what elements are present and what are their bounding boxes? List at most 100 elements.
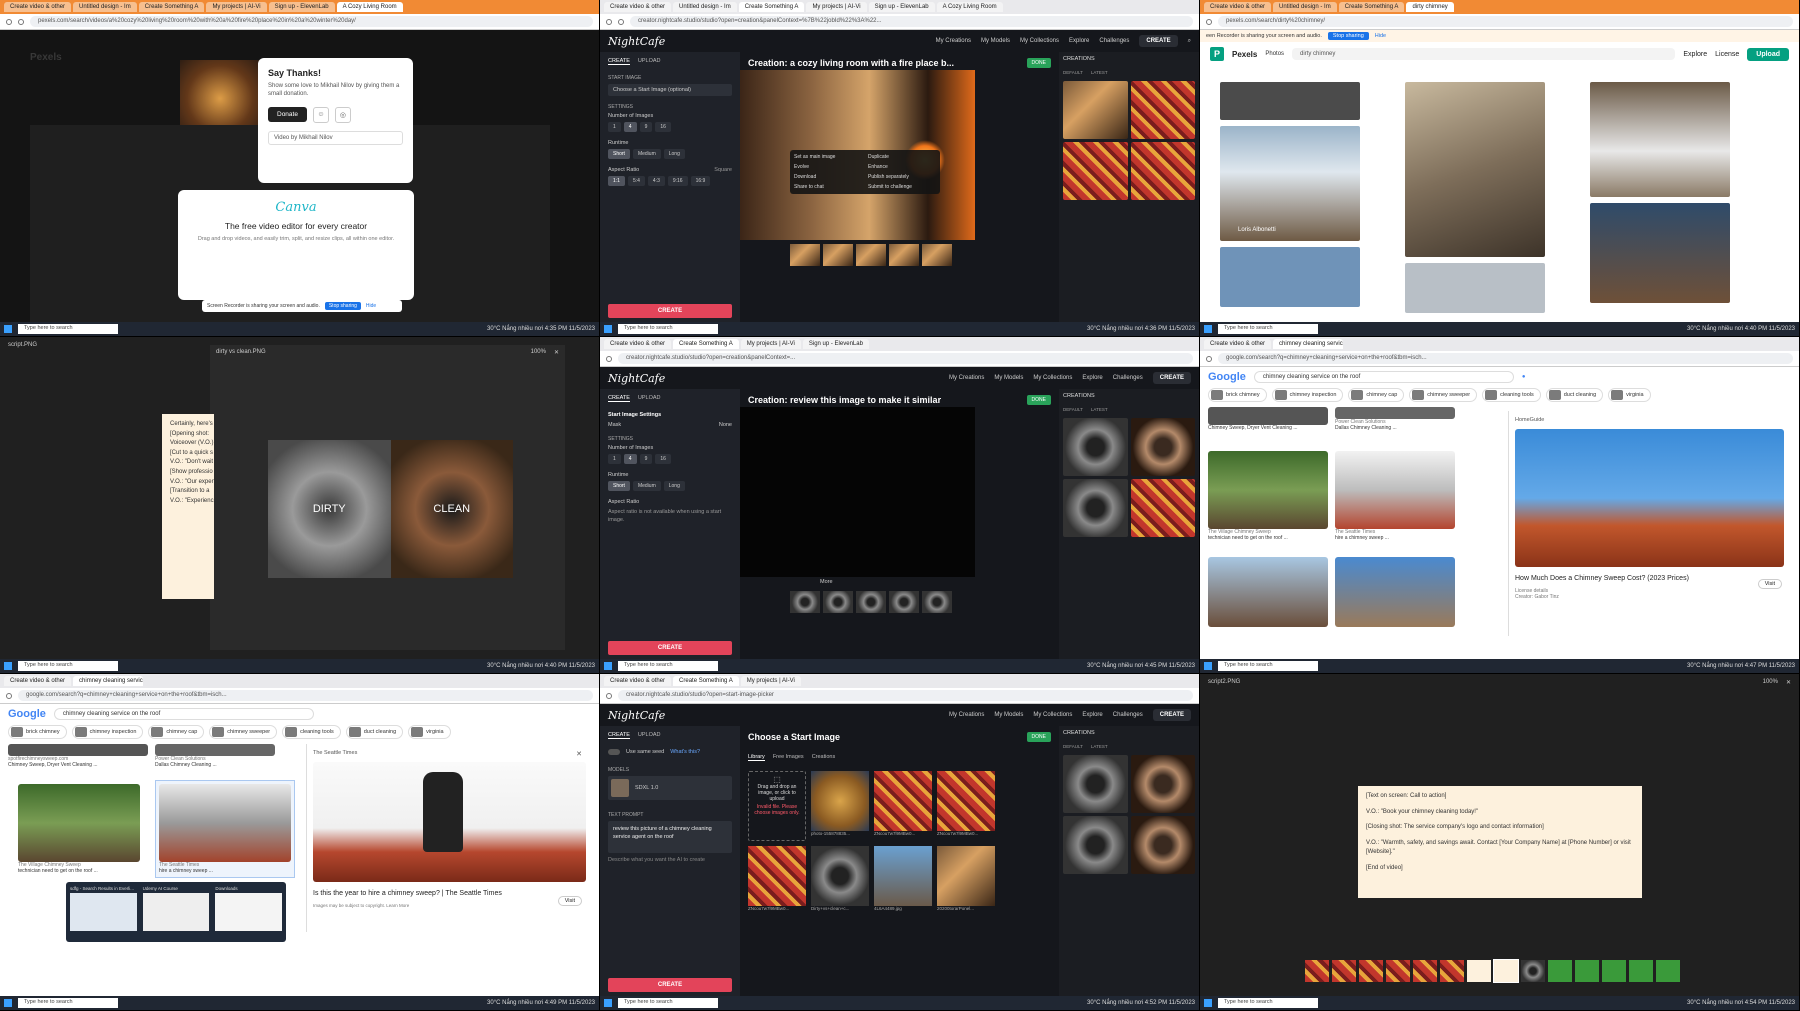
- tab[interactable]: Create Something A: [1338, 2, 1405, 12]
- filmstrip-thumb[interactable]: [1440, 960, 1464, 982]
- creation-thumb[interactable]: [1063, 142, 1128, 200]
- chip[interactable]: cleaning tools: [1482, 388, 1541, 402]
- copyright-note[interactable]: Images may be subject to copyright. Lear…: [313, 903, 586, 908]
- tab[interactable]: My projects | AI-Vi: [806, 2, 867, 12]
- menu-download[interactable]: Download: [794, 174, 862, 180]
- preview-image[interactable]: [313, 762, 586, 882]
- url-field[interactable]: creator.nightcafe.studio/studio?open=sta…: [618, 690, 1193, 701]
- nav-explore[interactable]: Explore: [1082, 375, 1102, 381]
- variation-thumb[interactable]: [856, 244, 886, 266]
- image-result-selected[interactable]: The Seattle Times hire a chimney sweep .…: [155, 780, 295, 878]
- preview-title[interactable]: How Much Does a Chimney Sweep Cost? (202…: [1515, 575, 1784, 582]
- tab[interactable]: My projects | AI-Vi: [740, 676, 801, 686]
- windows-icon[interactable]: [604, 662, 612, 670]
- menu-evolve[interactable]: Evolve: [794, 164, 862, 170]
- nightcafe-logo[interactable]: NightCafe: [608, 35, 665, 48]
- back-icon[interactable]: [1206, 18, 1212, 25]
- sort-latest[interactable]: LATEST: [1091, 70, 1108, 75]
- comparison-image[interactable]: DIRTY CLEAN: [268, 440, 513, 578]
- header-create-button[interactable]: CREATE: [1152, 372, 1191, 384]
- runtime-short[interactable]: Short: [608, 149, 630, 159]
- chip[interactable]: duct cleaning: [1545, 388, 1604, 402]
- chip[interactable]: chimney sweeper: [209, 725, 278, 739]
- taskbar-search[interactable]: Type here to search: [618, 324, 718, 334]
- image-result[interactable]: [1335, 557, 1455, 627]
- library-image[interactable]: Dirty+vs+clean+c...: [811, 846, 869, 911]
- prompt-textarea[interactable]: review this picture of a chimney cleanin…: [608, 821, 732, 853]
- filmstrip-thumb[interactable]: [1521, 960, 1545, 982]
- taskbar-search[interactable]: Type here to search: [1218, 998, 1318, 1008]
- creation-thumb[interactable]: [1063, 816, 1128, 874]
- tab-upload[interactable]: UPLOAD: [638, 58, 661, 65]
- filmstrip-thumb[interactable]: [1413, 960, 1437, 982]
- creation-thumb[interactable]: [1130, 418, 1195, 476]
- more-button[interactable]: More: [820, 579, 833, 585]
- nav-explore[interactable]: Explore: [1082, 712, 1102, 718]
- chip[interactable]: cleaning tools: [282, 725, 341, 739]
- menu-duplicate[interactable]: Duplicate: [868, 154, 936, 160]
- sort-latest[interactable]: LATEST: [1091, 407, 1108, 412]
- nightcafe-logo[interactable]: NightCafe: [608, 709, 665, 722]
- photo-result[interactable]: [1405, 263, 1545, 313]
- creation-thumb[interactable]: [1130, 816, 1195, 874]
- windows-icon[interactable]: [1204, 662, 1212, 670]
- filmstrip-thumb[interactable]: [1602, 960, 1626, 982]
- taskbar-search[interactable]: Type here to search: [18, 998, 118, 1008]
- library-image[interactable]: photo-155878835...: [811, 771, 869, 841]
- runtime-long[interactable]: Long: [663, 481, 685, 491]
- tab-active[interactable]: Create Something A: [673, 339, 739, 349]
- instagram-icon[interactable]: ◎: [334, 106, 351, 123]
- nightcafe-logo[interactable]: NightCafe: [608, 372, 665, 385]
- filmstrip-thumb[interactable]: [1548, 960, 1572, 982]
- nav-my-collections[interactable]: My Collections: [1033, 375, 1072, 381]
- close-icon[interactable]: ✕: [1786, 679, 1791, 686]
- tab[interactable]: Sign up - ElevenLab: [802, 339, 869, 349]
- upload-dropzone[interactable]: ⬚ Drag and drop an image, or click to up…: [748, 771, 806, 841]
- sort-default[interactable]: DEFAULT: [1063, 70, 1083, 75]
- windows-icon[interactable]: [4, 999, 12, 1007]
- image-result[interactable]: The Village Chimney Sweep technician nee…: [1208, 451, 1328, 541]
- library-image[interactable]: ZNcou7w7l9MBw0...: [874, 771, 932, 841]
- tab[interactable]: Create video & other: [4, 2, 72, 12]
- variation-thumb[interactable]: [823, 591, 853, 613]
- creation-thumb[interactable]: [1130, 81, 1195, 139]
- photographer-name[interactable]: Loris Albonetti: [1238, 227, 1276, 233]
- runtime-medium[interactable]: Medium: [632, 149, 661, 159]
- tab[interactable]: A Cozy Living Room: [936, 2, 1003, 12]
- filmstrip-thumb[interactable]: [1629, 960, 1653, 982]
- windows-icon[interactable]: [1204, 999, 1212, 1007]
- tab[interactable]: Untitled design - Im: [73, 2, 137, 12]
- tab[interactable]: Sign up - ElevenLab: [268, 2, 335, 12]
- num-option[interactable]: 9: [639, 454, 653, 464]
- back-icon[interactable]: [6, 692, 12, 699]
- tab[interactable]: Create video & other: [1204, 339, 1272, 349]
- num-option[interactable]: 1: [608, 122, 621, 132]
- hide-button[interactable]: Hide: [366, 303, 376, 309]
- chip[interactable]: chimney cap: [1348, 388, 1405, 402]
- done-badge[interactable]: DONE: [1026, 395, 1051, 405]
- nav-my-collections[interactable]: My Collections: [1020, 38, 1059, 44]
- tab[interactable]: Sign up - ElevenLab: [868, 2, 935, 12]
- aspect-option[interactable]: 1:1: [608, 176, 625, 186]
- creation-thumb[interactable]: [1130, 142, 1195, 200]
- filmstrip-thumb[interactable]: [1386, 960, 1410, 982]
- filmstrip-thumb[interactable]: [1305, 960, 1329, 982]
- tab-active[interactable]: chimney cleaning service on the roof: [73, 676, 144, 686]
- variation-thumb[interactable]: [823, 244, 853, 266]
- license-link[interactable]: License: [1715, 51, 1739, 58]
- windows-icon[interactable]: [4, 325, 12, 333]
- tab[interactable]: My projects | AI-Vi: [740, 339, 801, 349]
- photo-result[interactable]: [1220, 82, 1360, 120]
- nav-my-creations[interactable]: My Creations: [936, 38, 971, 44]
- menu-publish[interactable]: Publish separately: [868, 174, 936, 180]
- creation-thumb[interactable]: [1063, 755, 1128, 813]
- image-result[interactable]: spotfirechimneysweep.com Chimney Sweep, …: [8, 744, 148, 768]
- create-button[interactable]: CREATE: [608, 304, 732, 318]
- taskbar-search[interactable]: Type here to search: [18, 324, 118, 334]
- tab[interactable]: Create video & other: [4, 676, 72, 686]
- chip[interactable]: chimney inspection: [1271, 388, 1344, 402]
- chip[interactable]: duct cleaning: [345, 725, 404, 739]
- sort-latest[interactable]: LATEST: [1091, 744, 1108, 749]
- taskbar-search[interactable]: Type here to search: [18, 661, 118, 671]
- tab[interactable]: Untitled design - Im: [1273, 2, 1337, 12]
